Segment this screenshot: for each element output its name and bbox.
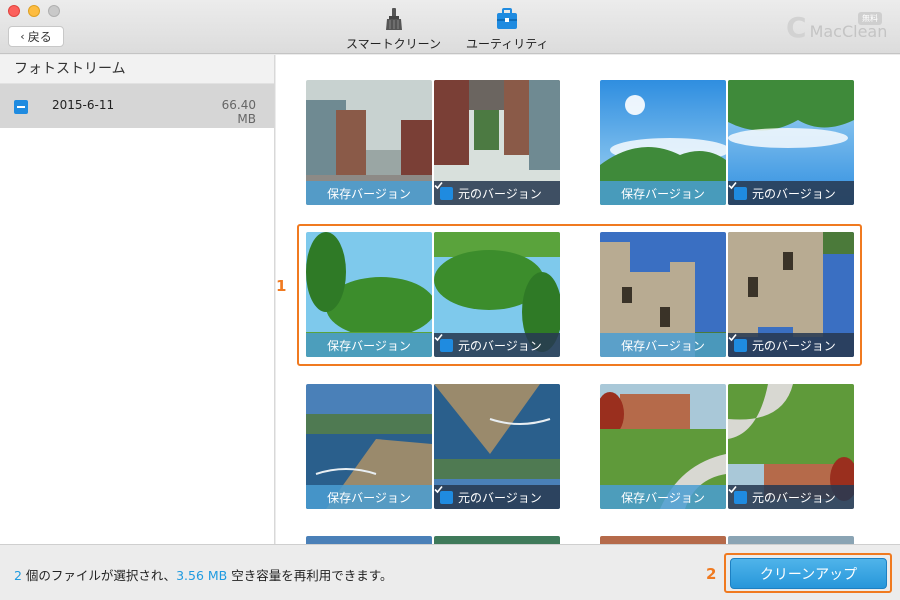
tab-smart-clean[interactable]: スマートクリーン: [346, 6, 441, 52]
checkbox-checked-icon[interactable]: [434, 181, 453, 200]
reclaim-size: 3.56 MB: [176, 568, 228, 583]
chevron-left-icon: ‹: [20, 30, 25, 43]
saved-version-label: 保存バージョン: [600, 485, 726, 509]
callout-number-1: 1: [276, 277, 287, 295]
callout-number-2: 2: [706, 565, 717, 583]
photo-partial[interactable]: [600, 536, 726, 544]
broom-icon: [381, 6, 407, 32]
back-button-label: 戻る: [27, 30, 52, 44]
close-window-button[interactable]: [8, 5, 20, 17]
original-version-option[interactable]: 元のバージョン: [728, 485, 854, 509]
photo-partial[interactable]: [306, 536, 432, 544]
status-text-end: 空き容量を再利用できます。: [227, 568, 393, 583]
original-version-label: 元のバージョン: [458, 186, 542, 201]
photo-original-hills[interactable]: 元のバージョン: [728, 80, 854, 205]
logo-mark: C: [786, 11, 807, 44]
photo-partial[interactable]: [434, 536, 560, 544]
original-version-option[interactable]: 元のバージョン: [434, 181, 560, 205]
back-button[interactable]: ‹ 戻る: [8, 26, 64, 47]
photo-saved-street[interactable]: 保存バージョン: [306, 80, 432, 205]
zoom-window-button[interactable]: [48, 5, 60, 17]
sidebar-item-date-group[interactable]: 2015-6-11 66.40 MB: [0, 84, 274, 128]
photo-grid[interactable]: 保存バージョン 元のバージョン 保存バージョン 元のバージョン 保存バージョン …: [276, 55, 900, 544]
original-version-label: 元のバージョン: [752, 490, 836, 505]
status-text-middle: 個のファイルが選択され、: [21, 568, 177, 583]
checkbox-checked-icon[interactable]: [728, 181, 747, 200]
title-bar: ‹ 戻る スマートクリーン ユーティリティ C MacClean 無料: [0, 0, 900, 54]
highlight-box: [297, 224, 862, 366]
group-size: 66.40 MB: [221, 98, 256, 126]
photo-original-park[interactable]: 元のバージョン: [728, 384, 854, 509]
saved-version-label: 保存バージョン: [306, 485, 432, 509]
cleanup-button[interactable]: クリーンアップ: [730, 558, 887, 589]
minimize-window-button[interactable]: [28, 5, 40, 17]
photo-original-beach[interactable]: 元のバージョン: [434, 384, 560, 509]
partial-checkbox[interactable]: [14, 100, 28, 114]
sidebar: フォトストリーム 2015-6-11 66.40 MB: [0, 55, 275, 544]
photo-saved-hills[interactable]: 保存バージョン: [600, 80, 726, 205]
selected-count: 2: [14, 568, 22, 583]
photo-partial[interactable]: [728, 536, 854, 544]
saved-version-label: 保存バージョン: [306, 181, 432, 205]
original-version-label: 元のバージョン: [752, 186, 836, 201]
checkbox-checked-icon[interactable]: [728, 485, 747, 504]
photo-original-street[interactable]: 元のバージョン: [434, 80, 560, 205]
free-badge: 無料: [858, 12, 882, 25]
original-version-option[interactable]: 元のバージョン: [434, 485, 560, 509]
group-date: 2015-6-11: [52, 98, 115, 112]
toolbox-icon: [494, 6, 520, 32]
saved-version-label: 保存バージョン: [600, 181, 726, 205]
original-version-option[interactable]: 元のバージョン: [728, 181, 854, 205]
tab-utility[interactable]: ユーティリティ: [466, 6, 549, 52]
tab-utility-label: ユーティリティ: [466, 37, 549, 51]
photo-saved-park[interactable]: 保存バージョン: [600, 384, 726, 509]
sidebar-title: フォトストリーム: [0, 55, 274, 84]
selection-status: 2 個のファイルが選択され、3.56 MB 空き容量を再利用できます。: [14, 565, 392, 584]
checkbox-checked-icon[interactable]: [434, 485, 453, 504]
tab-smart-clean-label: スマートクリーン: [346, 37, 442, 51]
photo-saved-beach[interactable]: 保存バージョン: [306, 384, 432, 509]
original-version-label: 元のバージョン: [458, 490, 542, 505]
